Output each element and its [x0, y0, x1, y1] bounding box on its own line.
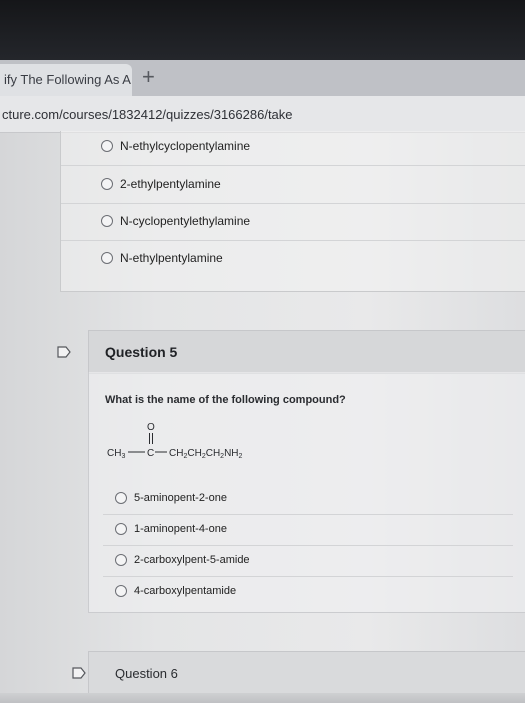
divider [61, 240, 525, 241]
answer-option[interactable]: 2-carboxylpent-5-amide [115, 554, 250, 566]
radio-button[interactable] [101, 252, 113, 264]
question-title: Question 6 [115, 666, 178, 681]
question-prompt: What is the name of the following compou… [105, 394, 346, 406]
flag-question-icon[interactable] [57, 346, 71, 358]
question-6-header: Question 6 [88, 651, 525, 695]
question-title: Question 5 [105, 344, 178, 360]
address-bar[interactable]: cture.com/courses/1832412/quizzes/316628… [0, 96, 525, 133]
carbonyl-carbon: C [147, 448, 154, 459]
question-5-body: What is the name of the following compou… [88, 372, 525, 613]
url-text: cture.com/courses/1832412/quizzes/316628… [2, 107, 293, 122]
radio-button[interactable] [115, 523, 127, 535]
radio-button[interactable] [101, 140, 113, 152]
answer-label: 5-aminopent-2-one [134, 492, 227, 504]
browser-tab-strip: ify The Following As A + [0, 60, 525, 96]
browser-tab[interactable]: ify The Following As A [0, 64, 132, 96]
new-tab-button[interactable]: + [142, 66, 155, 88]
answer-label: 4-carboxylpentamide [134, 585, 237, 597]
divider [103, 545, 513, 546]
previous-question-answers: N-ethylcyclopentylamine 2-ethylpentylami… [60, 131, 525, 292]
answer-option[interactable]: 5-aminopent-2-one [115, 492, 227, 504]
answer-label: N-cyclopentylethylamine [120, 214, 251, 228]
quiz-page: N-ethylcyclopentylamine 2-ethylpentylami… [0, 131, 525, 703]
radio-button[interactable] [115, 492, 127, 504]
oxygen-atom: O [147, 422, 155, 433]
answer-option[interactable]: N-ethylpentylamine [101, 251, 223, 265]
chemical-structure: O CH3 C CH2CH2CH2NH2 [107, 422, 243, 460]
answer-option[interactable]: N-ethylcyclopentylamine [101, 139, 250, 153]
answer-option[interactable]: N-cyclopentylethylamine [101, 214, 250, 228]
answer-label: N-ethylpentylamine [120, 251, 223, 265]
radio-button[interactable] [101, 178, 113, 190]
divider [61, 165, 525, 166]
answer-label: N-ethylcyclopentylamine [120, 139, 251, 153]
amine-chain: CH2CH2CH2NH2 [169, 448, 243, 460]
answer-option[interactable]: 1-aminopent-4-one [115, 523, 227, 535]
question-5-header: Question 5 [88, 330, 525, 374]
answer-label: 2-ethylpentylamine [120, 177, 221, 191]
flag-question-icon[interactable] [72, 667, 86, 679]
answer-option[interactable]: 4-carboxylpentamide [115, 585, 236, 597]
tab-title: ify The Following As A [4, 72, 131, 87]
radio-button[interactable] [115, 554, 127, 566]
answer-label: 1-aminopent-4-one [134, 523, 227, 535]
radio-button[interactable] [101, 215, 113, 227]
divider [103, 576, 513, 577]
divider [103, 514, 513, 515]
monitor-bezel [0, 0, 525, 60]
answer-label: 2-carboxylpent-5-amide [134, 554, 250, 566]
divider [61, 203, 525, 204]
page-bottom-edge [0, 693, 525, 703]
methyl-group: CH3 [107, 448, 125, 460]
radio-button[interactable] [115, 585, 127, 597]
answer-option[interactable]: 2-ethylpentylamine [101, 177, 221, 191]
